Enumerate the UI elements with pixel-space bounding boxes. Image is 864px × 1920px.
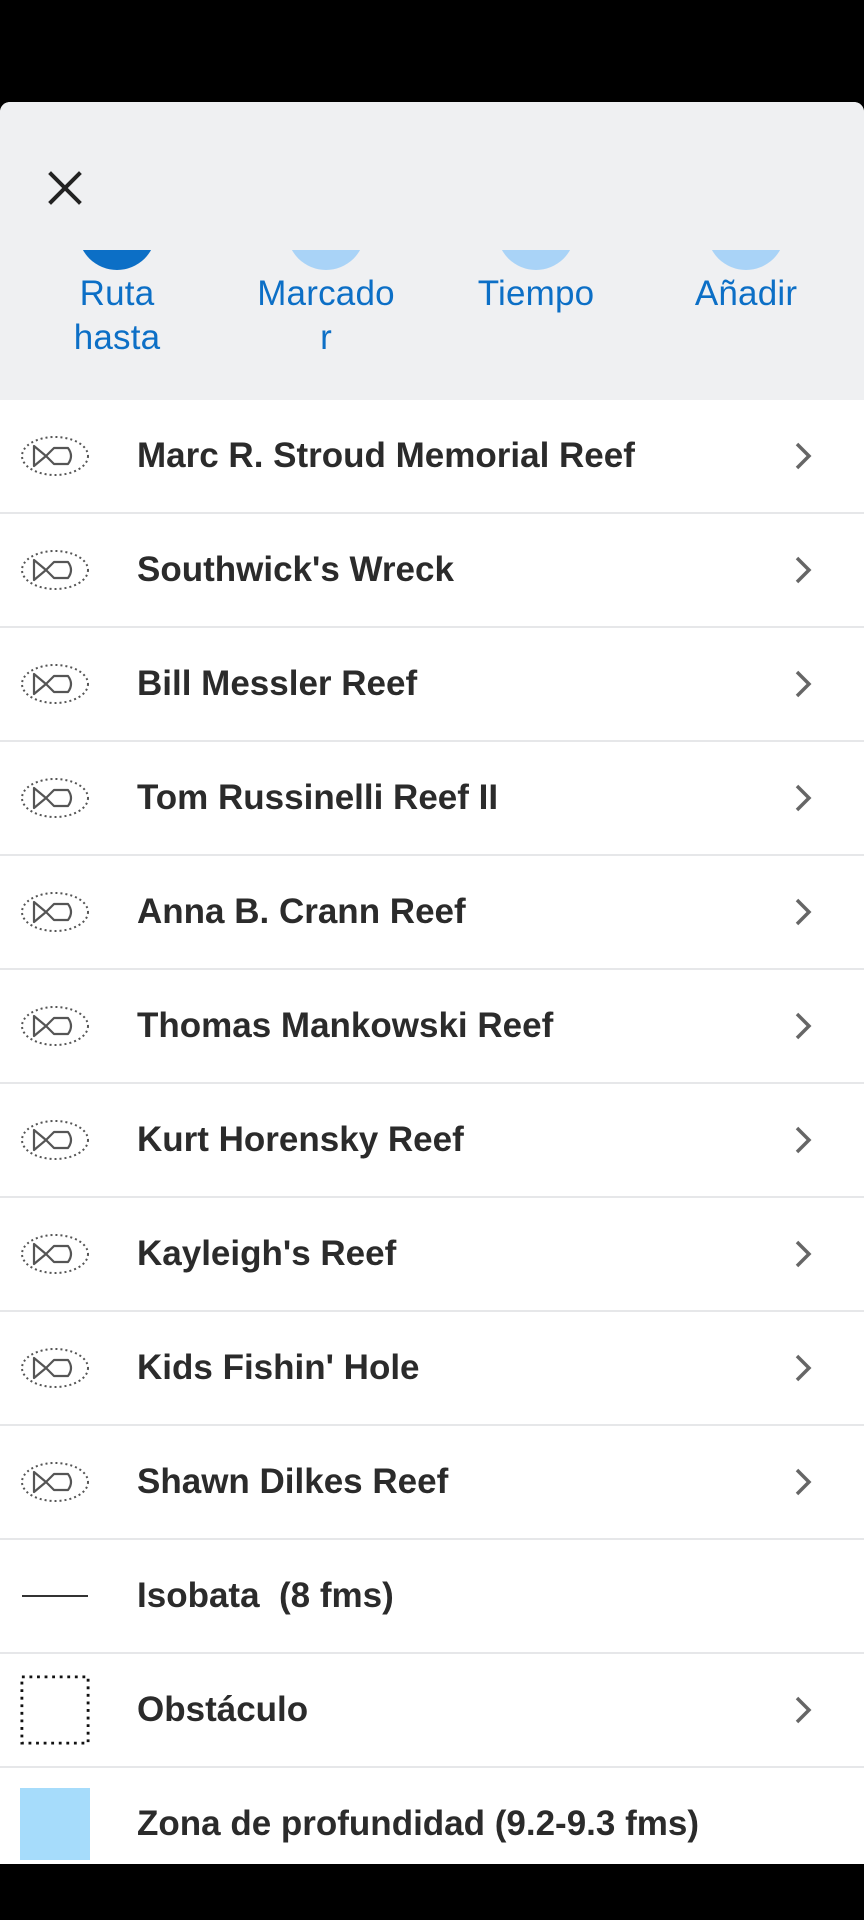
list-item[interactable]: Shawn Dilkes Reef: [0, 1426, 864, 1540]
list-item-label: Kayleigh's Reef: [137, 1234, 397, 1273]
fish-haven-icon: [20, 1332, 90, 1404]
list-item-label: Obstáculo: [137, 1690, 309, 1729]
chevron-right-icon: [790, 1237, 816, 1271]
list-item: Isobata (8 fms): [0, 1540, 864, 1654]
chevron-right-icon: [790, 1009, 816, 1043]
chevron-right-icon: [790, 439, 816, 473]
chevron-right-icon: [790, 1693, 816, 1727]
fish-haven-icon: [20, 648, 90, 720]
weather-label: Tiempo: [477, 274, 595, 313]
marker-icon: [287, 250, 365, 270]
add-icon: [707, 250, 785, 270]
marker-label: Marcado r: [257, 274, 395, 357]
add-button[interactable]: Añadir: [646, 250, 846, 400]
list-item[interactable]: Obstáculo: [0, 1654, 864, 1768]
list-item[interactable]: Anna B. Crann Reef: [0, 856, 864, 970]
close-icon: [48, 171, 82, 205]
depth-area-swatch-icon: [20, 1788, 90, 1860]
route-icon: [78, 250, 156, 270]
list-item-label: Anna B. Crann Reef: [137, 892, 466, 931]
list-item[interactable]: Tom Russinelli Reef II: [0, 742, 864, 856]
list-item-label: Thomas Mankowski Reef: [137, 1006, 554, 1045]
route-to-button[interactable]: Ruta hasta: [17, 250, 217, 400]
list-item-label: Kids Fishin' Hole: [137, 1348, 420, 1387]
list-item: Zona de profundidad (9.2-9.3 fms): [0, 1768, 864, 1864]
obstruction-icon: [20, 1674, 90, 1746]
list-item-label: Marc R. Stroud Memorial Reef: [137, 436, 635, 475]
chevron-right-icon: [790, 781, 816, 815]
list-item[interactable]: Thomas Mankowski Reef: [0, 970, 864, 1084]
depth-contour-line-icon: [20, 1560, 90, 1632]
list-item-label: Shawn Dilkes Reef: [137, 1462, 449, 1501]
status-bar: [0, 0, 864, 100]
list-item[interactable]: Kayleigh's Reef: [0, 1198, 864, 1312]
chevron-right-icon: [790, 553, 816, 587]
marker-button[interactable]: Marcado r: [226, 250, 426, 400]
weather-icon: [497, 250, 575, 270]
fish-haven-icon: [20, 534, 90, 606]
fish-haven-icon: [20, 420, 90, 492]
fish-haven-icon: [20, 990, 90, 1062]
close-button[interactable]: [40, 163, 90, 213]
weather-button[interactable]: Tiempo: [436, 250, 636, 400]
chevron-right-icon: [790, 1465, 816, 1499]
route-to-label: Ruta hasta: [73, 274, 161, 357]
fish-haven-icon: [20, 876, 90, 948]
list-item[interactable]: Kids Fishin' Hole: [0, 1312, 864, 1426]
list-item[interactable]: Bill Messler Reef: [0, 628, 864, 742]
list-item-label: Tom Russinelli Reef II: [137, 778, 499, 817]
fish-haven-icon: [20, 1104, 90, 1176]
list-item[interactable]: Southwick's Wreck: [0, 514, 864, 628]
list-item-label: Kurt Horensky Reef: [137, 1120, 464, 1159]
list-item-label: Southwick's Wreck: [137, 550, 454, 589]
fish-haven-icon: [20, 1218, 90, 1290]
sheet-header: Ruta hasta Marcado r Tiempo Añadir: [0, 102, 864, 400]
list-item-label: Bill Messler Reef: [137, 664, 418, 703]
list-item-label: Isobata (8 fms): [137, 1576, 394, 1615]
list-item-label: Zona de profundidad (9.2-9.3 fms): [137, 1804, 699, 1843]
navigation-bar: [0, 1864, 864, 1920]
chevron-right-icon: [790, 895, 816, 929]
feature-list: Marc R. Stroud Memorial Reef Southwick's…: [0, 400, 864, 1864]
list-item[interactable]: Marc R. Stroud Memorial Reef: [0, 400, 864, 514]
fish-haven-icon: [20, 1446, 90, 1518]
feature-info-sheet: Ruta hasta Marcado r Tiempo Añadir Marc …: [0, 102, 864, 1864]
chevron-right-icon: [790, 667, 816, 701]
fish-haven-icon: [20, 762, 90, 834]
list-item[interactable]: Kurt Horensky Reef: [0, 1084, 864, 1198]
chevron-right-icon: [790, 1351, 816, 1385]
quick-actions: Ruta hasta Marcado r Tiempo Añadir: [0, 250, 864, 400]
chevron-right-icon: [790, 1123, 816, 1157]
add-label: Añadir: [694, 274, 798, 313]
